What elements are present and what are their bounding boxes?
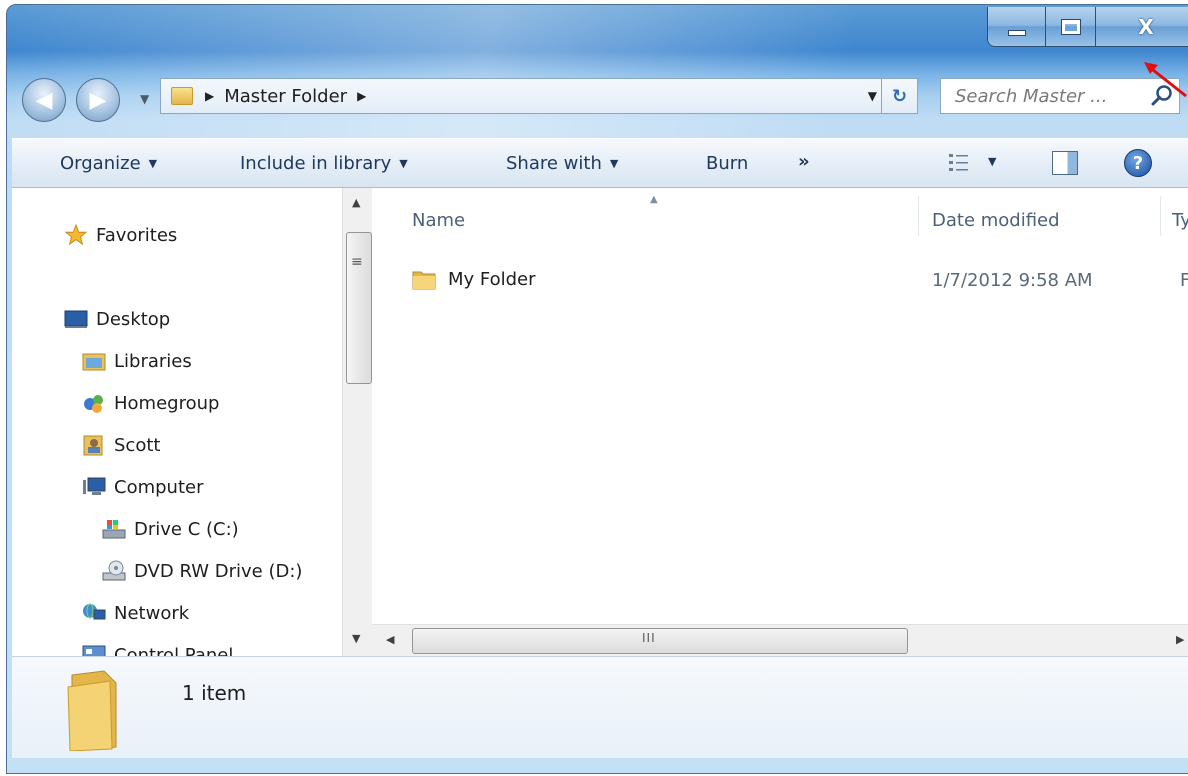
nav-item-drive-c[interactable]: Drive C (C:)	[102, 518, 239, 540]
nav-item-label: Scott	[114, 434, 161, 456]
breadcrumb-master-folder[interactable]: Master Folder	[224, 86, 347, 107]
star-icon	[64, 224, 88, 246]
item-count: 1 item	[182, 681, 247, 705]
scroll-left-icon[interactable]: ◀	[386, 633, 394, 646]
scroll-down-icon[interactable]: ▼	[352, 632, 360, 645]
refresh-button[interactable]: ↻	[881, 79, 917, 113]
column-divider[interactable]	[1160, 196, 1161, 236]
nav-item-libraries[interactable]: Libraries	[82, 350, 192, 372]
user-folder-icon	[83, 435, 103, 456]
nav-pane-scrollbar[interactable]: ▲ ≡ ▼	[342, 188, 372, 656]
refresh-icon: ↻	[891, 85, 908, 107]
minimize-icon	[1007, 30, 1026, 36]
nav-item-label: Homegroup	[114, 392, 220, 414]
annotation-arrow-icon	[1144, 62, 1187, 98]
chevron-down-icon: ▼	[609, 157, 619, 170]
nav-item-label: Desktop	[96, 308, 171, 330]
burn-button[interactable]: Burn	[706, 153, 748, 174]
address-dropdown-icon[interactable]: ▼	[868, 89, 877, 103]
recent-pages-dropdown[interactable]: ▼	[140, 92, 149, 106]
nav-item-network[interactable]: Network	[82, 602, 189, 624]
maximize-icon	[1061, 20, 1080, 34]
preview-pane-icon[interactable]	[1052, 151, 1078, 175]
minimize-button[interactable]	[988, 7, 1046, 46]
command-bar: Organize ▼ Include in library ▼ Share with…	[12, 138, 1188, 188]
arrow-left-icon: ◀	[35, 87, 53, 113]
folder-icon	[171, 87, 193, 105]
organize-button[interactable]: Organize ▼	[60, 153, 157, 174]
chevron-down-icon: ▼	[399, 157, 408, 170]
nav-item-label: Libraries	[114, 350, 192, 372]
close-button[interactable]: X	[1096, 7, 1188, 46]
share-with-label: Share with	[506, 153, 602, 174]
nav-item-computer[interactable]: Computer	[82, 476, 203, 498]
nav-item-label: Favorites	[96, 224, 178, 246]
network-icon	[83, 603, 106, 620]
nav-item-label: DVD RW Drive (D:)	[134, 560, 303, 582]
nav-item-control-panel[interactable]: Control Panel	[82, 644, 233, 656]
file-name: My Folder	[448, 268, 536, 290]
breadcrumb-chevron-icon[interactable]: ▶	[205, 89, 214, 103]
desktop-icon	[64, 310, 88, 328]
hard-drive-icon	[102, 520, 126, 539]
arrow-right-icon: ▶	[89, 87, 107, 113]
include-in-library-label: Include in library	[240, 153, 392, 174]
file-type: Fi	[1180, 270, 1188, 291]
nav-item-scott[interactable]: Scott	[82, 434, 160, 456]
folder-icon	[412, 271, 436, 290]
help-icon[interactable]: ?	[1124, 149, 1152, 177]
search-input[interactable]: Search Master ...	[955, 86, 1107, 107]
scroll-right-icon[interactable]: ▶	[1176, 633, 1184, 646]
chevron-down-icon: ▼	[148, 157, 158, 170]
forward-button[interactable]: ▶	[76, 78, 120, 122]
details-pane: 1 item	[12, 656, 1188, 758]
change-view-icon[interactable]	[948, 153, 970, 173]
file-list-scrollbar[interactable]: ◀ III ▶	[372, 624, 1188, 656]
nav-item-label: Computer	[114, 476, 204, 498]
burn-label: Burn	[706, 153, 749, 174]
scrollbar-thumb[interactable]	[412, 628, 908, 654]
file-date-modified: 1/7/2012 9:58 AM	[932, 270, 1093, 291]
column-divider[interactable]	[918, 196, 919, 236]
control-panel-icon	[82, 645, 106, 656]
folder-icon	[67, 670, 117, 751]
sort-ascending-icon: ▲	[650, 194, 658, 205]
column-header-date-modified[interactable]: Date modified	[932, 210, 1060, 231]
grip-icon: ≡	[351, 254, 363, 270]
nav-item-dvd-drive[interactable]: DVD RW Drive (D:)	[102, 560, 302, 582]
file-row[interactable]: My Folder	[412, 268, 536, 290]
maximize-button[interactable]	[1046, 7, 1096, 46]
caption-buttons: X	[987, 7, 1188, 47]
more-commands-button[interactable]: »	[798, 151, 810, 172]
include-in-library-button[interactable]: Include in library ▼	[240, 153, 408, 174]
breadcrumb-chevron-icon[interactable]: ▶	[357, 89, 366, 103]
address-bar[interactable]: ▶ Master Folder ▶ ▼ ↻	[160, 78, 918, 114]
column-header-name[interactable]: Name	[412, 210, 465, 231]
nav-item-label: Network	[114, 602, 190, 624]
nav-item-desktop[interactable]: Desktop	[64, 308, 170, 330]
organize-label: Organize	[60, 153, 141, 174]
nav-item-favorites[interactable]: Favorites	[64, 224, 177, 246]
homegroup-icon	[84, 395, 103, 413]
nav-item-label: Control Panel	[114, 644, 234, 657]
nav-item-homegroup[interactable]: Homegroup	[82, 392, 219, 414]
back-button[interactable]: ◀	[22, 78, 66, 122]
computer-icon	[83, 477, 106, 495]
scroll-up-icon[interactable]: ▲	[352, 196, 360, 209]
view-options-dropdown-icon[interactable]: ▼	[988, 155, 996, 168]
share-with-button[interactable]: Share with ▼	[506, 153, 618, 174]
navigation-pane: Favorites Desktop Libraries Homegroup Sc…	[12, 188, 372, 656]
file-list-pane: ▲ Name Date modified Ty My Folder 1/7/20…	[372, 188, 1188, 656]
libraries-icon	[82, 353, 106, 371]
column-header-type[interactable]: Ty	[1172, 210, 1188, 231]
nav-item-label: Drive C (C:)	[134, 518, 239, 540]
grip-icon: III	[642, 631, 656, 645]
dvd-drive-icon	[102, 560, 126, 581]
